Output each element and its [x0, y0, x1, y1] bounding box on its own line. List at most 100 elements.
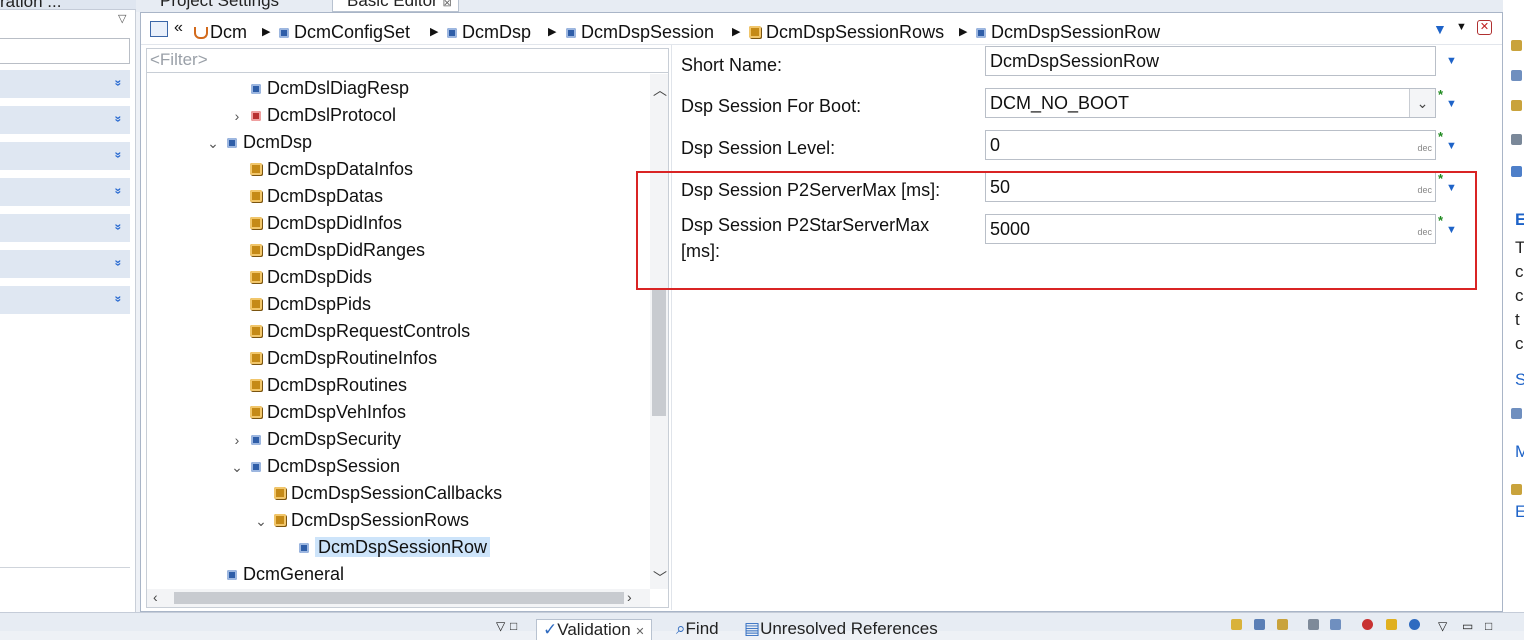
tree-node[interactable]: › DcmDslProtocol: [229, 102, 396, 129]
filter-icon[interactable]: ▼: [1433, 21, 1447, 37]
right-panel-link[interactable]: M: [1515, 442, 1524, 462]
properties-icon[interactable]: [1511, 70, 1522, 81]
tasks-icon[interactable]: [1511, 166, 1522, 177]
tree-horizontal-scrollbar[interactable]: ‹ ›: [147, 589, 650, 607]
close-icon[interactable]: ⊠: [442, 0, 451, 9]
tree-node[interactable]: DcmDspRequestControls: [229, 318, 470, 345]
breadcrumb-back-icon[interactable]: «: [174, 19, 183, 37]
tree-node[interactable]: ⌄ DcmDspSessionRows: [253, 507, 469, 534]
field-menu-icon[interactable]: ▼: [1446, 98, 1457, 110]
expand-chevron-icon[interactable]: »: [112, 80, 126, 87]
left-panel-section[interactable]: »: [0, 70, 130, 100]
field-menu-icon[interactable]: ▼: [1446, 55, 1457, 67]
container-list-icon: [250, 325, 262, 337]
expand-chevron-icon[interactable]: »: [112, 188, 126, 195]
close-icon[interactable]: ✕: [635, 626, 644, 638]
required-marker-icon: *: [1438, 87, 1444, 102]
breadcrumb-item-session[interactable]: DcmDspSession: [566, 22, 714, 43]
tree-node[interactable]: DcmDslDiagResp: [229, 75, 409, 102]
view-menu-icon[interactable]: ▽: [118, 12, 126, 25]
chevron-down-icon[interactable]: ⌄: [1409, 89, 1435, 117]
scroll-right-icon[interactable]: ›: [627, 589, 632, 605]
expand-chevron-icon[interactable]: »: [112, 260, 126, 267]
toolbar-icon[interactable]: [1277, 619, 1288, 630]
tree-node[interactable]: DcmDspDidRanges: [229, 237, 425, 264]
boot-combobox[interactable]: DCM_NO_BOOT ⌄: [985, 88, 1436, 118]
tree-node[interactable]: DcmDspDatas: [229, 183, 383, 210]
protocol-icon: [251, 111, 261, 121]
properties-form: Short Name: DcmDspSessionRow ▼ Dsp Sessi…: [671, 45, 1501, 610]
breadcrumb-item-sessionrows[interactable]: DcmDspSessionRows: [749, 22, 944, 43]
scrollbar-thumb[interactable]: [174, 592, 624, 604]
left-panel-section[interactable]: »: [0, 214, 130, 244]
container-icon: [251, 435, 261, 445]
breadcrumb-item-dcmdsp[interactable]: DcmDsp: [447, 22, 531, 43]
expand-icon[interactable]: ›: [229, 427, 245, 454]
left-panel-section[interactable]: »: [0, 106, 130, 136]
toolbar-icon[interactable]: [1231, 619, 1242, 630]
tree-node-selected[interactable]: DcmDspSessionRow: [277, 534, 491, 561]
warning-filter-icon[interactable]: [1386, 619, 1397, 630]
tree-vertical-scrollbar[interactable]: ︿ ﹀: [650, 74, 668, 589]
tab-unresolved-references[interactable]: ▤Unresolved References: [744, 619, 938, 639]
tree-node[interactable]: DcmDspPids: [229, 291, 371, 318]
collapse-icon[interactable]: ⌄: [229, 454, 245, 481]
link-icon[interactable]: [1511, 484, 1522, 495]
toolbar-icon[interactable]: [1254, 619, 1265, 630]
expand-icon[interactable]: ›: [229, 103, 245, 130]
close-editor-icon[interactable]: ✕: [1477, 20, 1492, 35]
link-icon[interactable]: [1511, 408, 1522, 419]
breadcrumb-item-configset[interactable]: DcmConfigSet: [279, 22, 410, 43]
container-icon: [227, 570, 237, 580]
field-menu-icon[interactable]: ▼: [1446, 140, 1457, 152]
console-icon[interactable]: [1511, 134, 1522, 145]
expand-chevron-icon[interactable]: »: [112, 152, 126, 159]
tree-node[interactable]: ⌄ DcmDspSession: [229, 453, 400, 480]
info-filter-icon[interactable]: [1409, 619, 1420, 630]
tree-node[interactable]: › DcmDspSecurity: [229, 426, 401, 453]
left-panel-section[interactable]: »: [0, 250, 130, 280]
tree-filter-input[interactable]: <Filter>: [147, 49, 668, 73]
tree-node[interactable]: DcmDspVehInfos: [229, 399, 406, 426]
tree-node[interactable]: DcmDspDids: [229, 264, 372, 291]
left-panel-search-input[interactable]: [0, 38, 130, 64]
scrollbar-thumb[interactable]: [652, 288, 666, 416]
problems-icon[interactable]: [1511, 100, 1522, 111]
outline-icon[interactable]: [1511, 40, 1522, 51]
tree-node[interactable]: DcmDspSessionCallbacks: [253, 480, 502, 507]
right-panel-link[interactable]: E: [1515, 502, 1524, 522]
left-panel-section[interactable]: »: [0, 142, 130, 172]
left-panel-section[interactable]: »: [0, 286, 130, 316]
left-panel-section[interactable]: »: [0, 178, 130, 208]
expand-chevron-icon[interactable]: »: [112, 224, 126, 231]
scroll-down-icon[interactable]: ﹀: [653, 568, 667, 588]
collapse-icon[interactable]: ⌄: [253, 508, 269, 535]
error-filter-icon[interactable]: [1362, 619, 1373, 630]
scroll-left-icon[interactable]: ‹: [153, 589, 158, 605]
right-panel-link[interactable]: S: [1515, 370, 1524, 390]
tab-find[interactable]: ⌕Find: [676, 619, 719, 639]
short-name-field[interactable]: DcmDspSessionRow: [985, 46, 1436, 76]
tree-node[interactable]: ⌄ DcmDsp: [205, 129, 312, 156]
toolbar-icon[interactable]: [1330, 619, 1341, 630]
tree-node[interactable]: DcmDspDataInfos: [229, 156, 413, 183]
expand-chevron-icon[interactable]: »: [112, 296, 126, 303]
menu-dropdown-icon[interactable]: ▼: [1456, 21, 1467, 33]
tree-node[interactable]: DcmDspDidInfos: [229, 210, 402, 237]
editor-view-icon[interactable]: [150, 21, 168, 37]
breadcrumb-item-dcm[interactable]: Dcm: [193, 22, 247, 43]
breadcrumb-item-sessionrow[interactable]: DcmDspSessionRow: [976, 22, 1160, 43]
tab-basic-editor[interactable]: Basic Editor ⊠: [332, 0, 459, 12]
left-panel-tab[interactable]: ration ...: [0, 0, 61, 12]
collapse-icon[interactable]: ⌄: [205, 130, 221, 157]
expand-chevron-icon[interactable]: »: [112, 116, 126, 123]
tree-node[interactable]: DcmDspRoutineInfos: [229, 345, 437, 372]
tree-node[interactable]: DcmGeneral: [205, 561, 344, 581]
scroll-up-icon[interactable]: ︿: [653, 80, 667, 100]
tab-project-settings[interactable]: Project Settings: [160, 0, 279, 11]
breadcrumb-separator-icon: ▶: [959, 26, 968, 38]
toolbar-icon[interactable]: [1308, 619, 1319, 630]
tree-node[interactable]: DcmDspRoutines: [229, 372, 407, 399]
tab-validation[interactable]: ✓Validation ✕: [536, 619, 652, 640]
level-field[interactable]: 0 dec: [985, 130, 1436, 160]
